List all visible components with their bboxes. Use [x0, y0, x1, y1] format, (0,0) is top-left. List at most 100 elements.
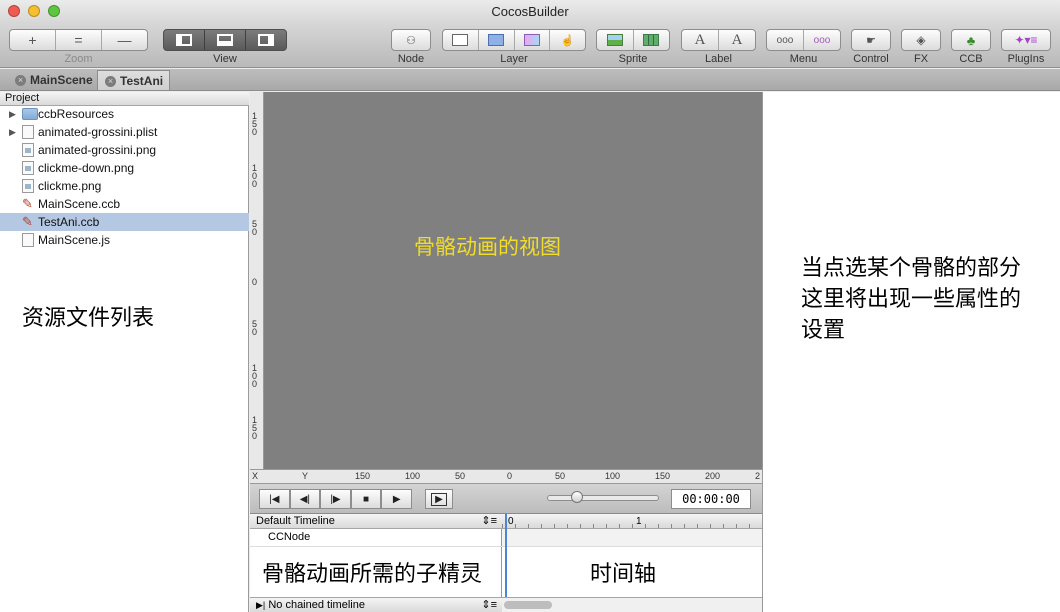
ruler-tick: 150 [355, 471, 371, 481]
scroll-hand-icon: ☝ [560, 34, 575, 47]
loop-play-button[interactable]: ▶ [425, 489, 453, 509]
playback-bar: |◀ ◀| |▶ ■ ▶ ▶ 00:00:00 [250, 483, 762, 514]
zoom-out-button[interactable]: — [102, 30, 147, 50]
ruler-tick: 50 [455, 471, 466, 481]
default-timeline-label: Default Timeline [256, 515, 335, 527]
inspector-annotation-line: 当点选某个骨骼的部分 [801, 255, 1022, 280]
fx-button[interactable]: ◈ [901, 29, 941, 51]
control-button[interactable]: ☛ [851, 29, 891, 51]
playback-controls: |◀ ◀| |▶ ■ ▶ [259, 489, 412, 509]
view-left-panel-button[interactable] [164, 30, 205, 50]
file-row-clickme[interactable]: clickme.png [0, 177, 249, 195]
close-tab-icon[interactable]: × [15, 75, 26, 86]
ruler-tick: 0 [252, 277, 258, 287]
sprite-9slice-button[interactable] [634, 30, 670, 50]
play-button[interactable]: ▶ [381, 489, 412, 509]
node-icon: ⚇ [406, 34, 416, 47]
layer-button[interactable] [443, 30, 479, 50]
timeline-scrollbar[interactable] [502, 597, 762, 612]
layer-group: ☝ [442, 29, 586, 51]
ruler-tick: 200 [705, 471, 721, 481]
file-row-ccbresources[interactable]: ▶ ccbResources [0, 105, 249, 123]
ruler-tick: 100 [252, 163, 258, 189]
scroll-view-button[interactable]: ☝ [550, 30, 585, 50]
menu-group: ooo ooo [766, 29, 841, 51]
label-ttf-button[interactable]: A [682, 30, 719, 50]
view-right-panel-button[interactable] [246, 30, 286, 50]
node-button[interactable]: ⚇ [391, 29, 431, 51]
scroll-thumb[interactable] [504, 601, 552, 609]
tab-testani[interactable]: × TestAni [97, 70, 170, 90]
disclosure-triangle-icon[interactable]: ▶ [9, 123, 16, 141]
plugins-button[interactable]: ✦▾≡ [1001, 29, 1051, 51]
fx-label: FX [913, 53, 929, 65]
step-back-button[interactable]: ◀| [289, 489, 321, 509]
timeline-selector[interactable]: Default Timeline ⇕≡ [250, 514, 502, 529]
zoom-in-button[interactable]: + [10, 30, 56, 50]
stop-button[interactable]: ■ [350, 489, 382, 509]
file-row-mainscene-js[interactable]: MainScene.js [0, 231, 249, 249]
ccb-leaf-icon: ♣ [966, 32, 976, 48]
timeline-tracks[interactable]: 0 1 时间轴 [502, 514, 762, 612]
step-forward-button[interactable]: |▶ [320, 489, 351, 509]
menu-button[interactable]: ooo [767, 30, 804, 50]
tab-label: TestAni [120, 74, 164, 88]
slider-knob[interactable] [571, 491, 583, 503]
node-name: CCNode [268, 531, 311, 543]
menu-label: Menu [789, 53, 818, 65]
file-name: animated-grossini.plist [38, 125, 158, 139]
close-window-button[interactable] [8, 5, 20, 17]
project-panel: Project ▶ ccbResources ▶ animated-grossi… [0, 92, 249, 612]
document-tab-bar: × MainScene × TestAni [0, 69, 1060, 91]
track-row-ccnode[interactable] [502, 529, 762, 547]
toolbar: + = — Zoom View ⚇ Node ☝ Layer Sprite A … [0, 24, 1060, 68]
disclosure-triangle-icon[interactable]: ▶ [9, 105, 16, 123]
inspector-annotation: 当点选某个骨骼的部分 这里将出现一些属性的 设置 [801, 252, 1021, 345]
node-row-ccnode[interactable]: CCNode [250, 529, 502, 547]
file-row-plist[interactable]: ▶ animated-grossini.plist [0, 123, 249, 141]
timeline-ruler[interactable]: 0 1 [502, 514, 762, 529]
canvas-view[interactable]: 骨骼动画的视图 [264, 92, 762, 469]
zoom-reset-button[interactable]: = [56, 30, 102, 50]
timeline-scale-slider[interactable] [547, 495, 659, 501]
layer-icon [452, 34, 469, 46]
view-bottom-panel-button[interactable] [205, 30, 246, 50]
ccb-button[interactable]: ♣ [951, 29, 991, 51]
close-tab-icon[interactable]: × [105, 76, 116, 87]
fx-icon: ◈ [916, 33, 926, 47]
ruler-tick: 50 [252, 319, 258, 337]
label-bmfont-button[interactable]: A [719, 30, 755, 50]
plugins-puzzle-icon: ✦▾≡ [1014, 33, 1038, 47]
playhead-cursor[interactable] [505, 514, 507, 597]
zoom-group: + = — [9, 29, 148, 51]
timeline-annotation: 时间轴 [590, 561, 657, 586]
file-row-testani-ccb[interactable]: ✎ TestAni.ccb [0, 213, 249, 231]
ruler-x-label: X [252, 471, 259, 481]
project-annotation: 资源文件列表 [22, 305, 155, 330]
ccb-label: CCB [959, 53, 983, 65]
sprite-label: Sprite [618, 53, 648, 65]
timeline-menu-icon[interactable]: ⇕≡ [481, 514, 497, 528]
label-bmfont-icon: A [731, 31, 743, 48]
chained-menu-icon[interactable]: ⇕≡ [481, 598, 497, 612]
minimize-window-button[interactable] [28, 5, 40, 17]
ruler-tick: 50 [555, 471, 566, 481]
label-group: A A [681, 29, 756, 51]
file-row-clickme-down[interactable]: clickme-down.png [0, 159, 249, 177]
ruler-tick: 100 [405, 471, 421, 481]
ruler-tick: 100 [605, 471, 621, 481]
jump-to-start-button[interactable]: |◀ [259, 489, 290, 509]
step-back-icon: ◀| [299, 493, 311, 505]
layer-color-button[interactable] [479, 30, 515, 50]
menu-item-button[interactable]: ooo [804, 30, 840, 50]
zoom-window-button[interactable] [48, 5, 60, 17]
file-row-mainscene-ccb[interactable]: ✎ MainScene.ccb [0, 195, 249, 213]
file-row-grossini-png[interactable]: animated-grossini.png [0, 141, 249, 159]
layer-gradient-button[interactable] [515, 30, 551, 50]
sprite-button[interactable] [597, 30, 634, 50]
chained-timeline-selector[interactable]: ▶| No chained timeline ⇕≡ [250, 597, 502, 612]
bottom-panel-icon [217, 34, 233, 46]
layer-label: Layer [500, 53, 528, 65]
tab-mainscene[interactable]: × MainScene [0, 70, 97, 90]
ccb-file-icon: ✎ [22, 196, 33, 211]
